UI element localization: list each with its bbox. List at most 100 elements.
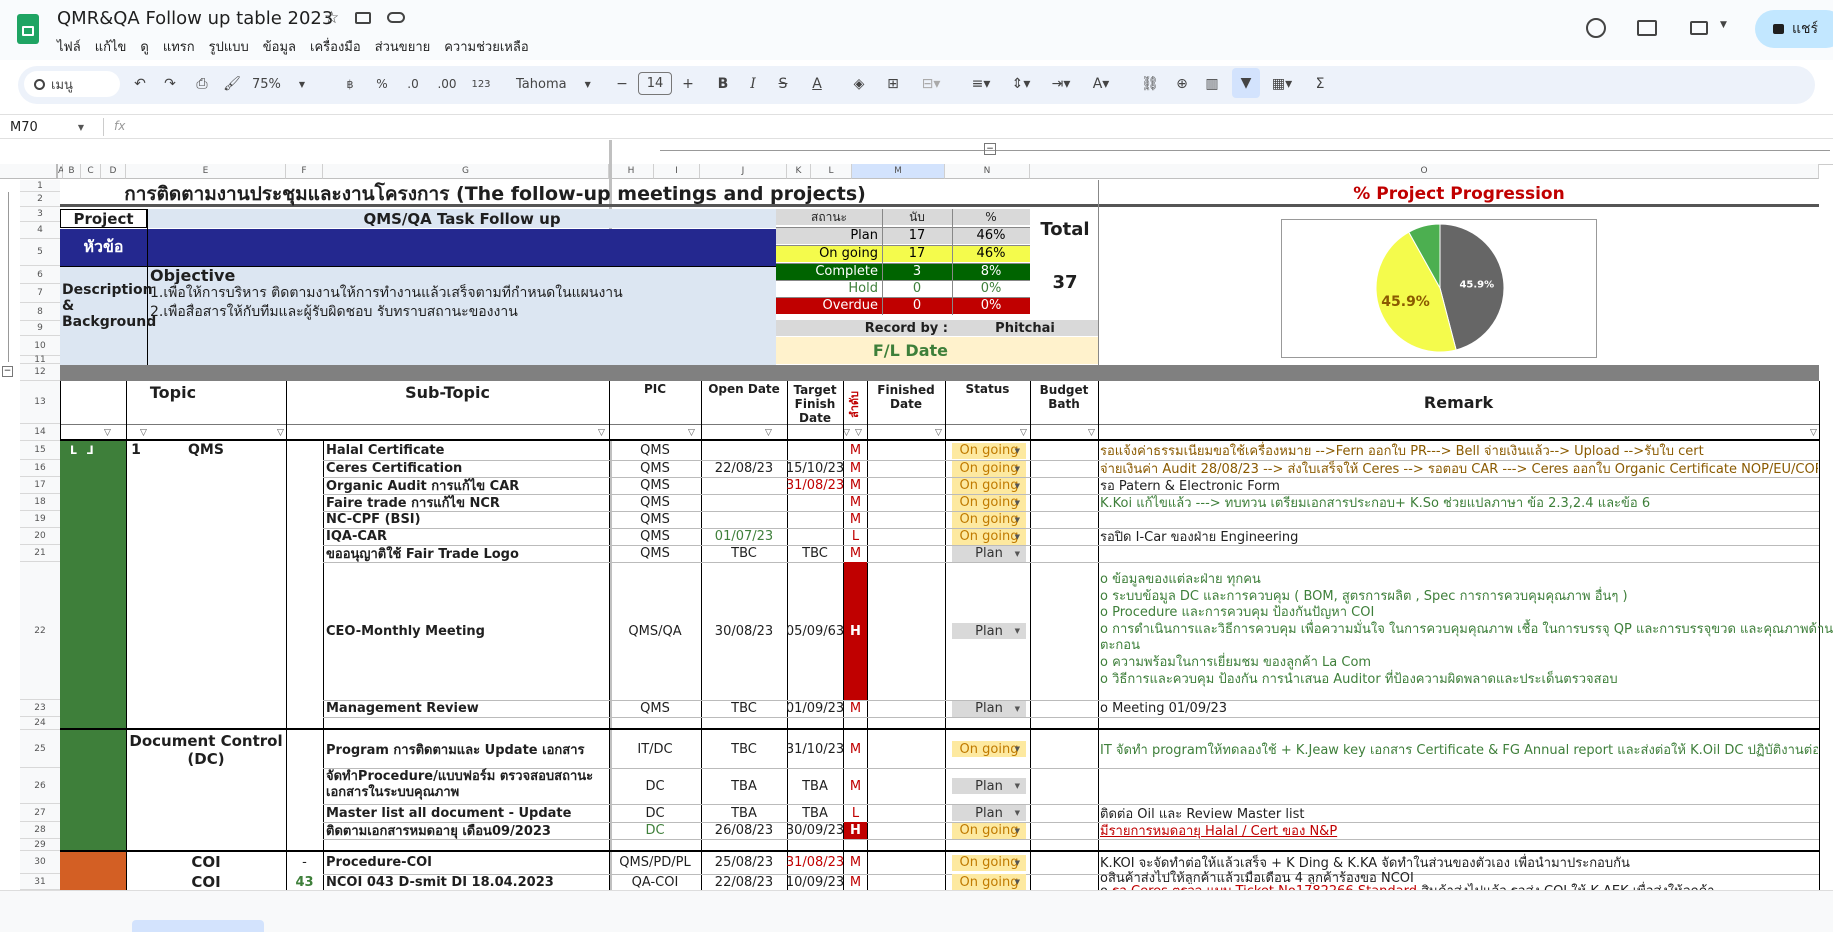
menu-file[interactable]: ไฟล์: [57, 36, 81, 55]
row-header-30[interactable]: 30: [20, 851, 60, 874]
row-header-19[interactable]: 19: [20, 511, 60, 528]
filter-g-icon[interactable]: ▽: [598, 428, 605, 438]
meet-icon[interactable]: [1690, 21, 1708, 35]
row-9-status[interactable]: On going ▼: [952, 741, 1026, 757]
filter-o-icon[interactable]: ▽: [1810, 428, 1817, 438]
filter-a-icon[interactable]: ▽: [104, 428, 111, 438]
col-header-e[interactable]: E: [126, 164, 286, 179]
name-box[interactable]: M70 ▼: [10, 118, 90, 136]
row-header-13[interactable]: 13: [20, 381, 60, 424]
fill-color-icon[interactable]: ◈: [850, 74, 868, 94]
row-header-23[interactable]: 23: [20, 700, 60, 717]
borders-icon[interactable]: ⊞: [884, 74, 902, 94]
row-13-status[interactable]: On going ▼: [952, 854, 1026, 871]
menu-search[interactable]: เมนู: [24, 71, 120, 97]
row-12-status-dropdown-icon[interactable]: ▼: [1015, 827, 1020, 835]
font-select[interactable]: Tahoma ▼: [516, 74, 596, 94]
row-header-12[interactable]: 12: [20, 364, 60, 381]
row-6-status[interactable]: Plan ▼: [952, 545, 1026, 562]
strikethrough-icon[interactable]: S: [774, 74, 792, 94]
col-header-o[interactable]: O: [1030, 164, 1819, 179]
group-collapse-bar[interactable]: [660, 150, 1830, 158]
row-1-status[interactable]: On going ▼: [952, 460, 1026, 477]
merge-cells-icon[interactable]: ⊟▾: [916, 74, 946, 94]
redo-icon[interactable]: ↷: [160, 74, 180, 94]
row-header-14[interactable]: 14: [20, 424, 60, 441]
row-header-11[interactable]: 11: [20, 355, 60, 365]
row-header-26[interactable]: 26: [20, 768, 60, 804]
row-header-8[interactable]: 8: [20, 303, 60, 321]
filter-i-icon[interactable]: ▽: [765, 428, 772, 438]
col-header-n[interactable]: N: [945, 164, 1030, 179]
row-header-5[interactable]: 5: [20, 239, 60, 266]
row-header-4[interactable]: 4: [20, 222, 60, 239]
filter-k-icon[interactable]: ▽: [855, 428, 862, 438]
row-header-9[interactable]: 9: [20, 321, 60, 336]
menu-insert[interactable]: แทรก: [163, 36, 195, 55]
row-header-7[interactable]: 7: [20, 284, 60, 303]
filter-m-icon[interactable]: ▽: [1020, 428, 1027, 438]
row-header-20[interactable]: 20: [20, 528, 60, 545]
row-8-status[interactable]: Plan ▼: [952, 700, 1026, 717]
menu-edit[interactable]: แก้ไข: [95, 36, 127, 55]
undo-icon[interactable]: ↶: [130, 74, 150, 94]
row-header-18[interactable]: 18: [20, 494, 60, 511]
row-5-status[interactable]: On going ▼: [952, 528, 1026, 545]
row-13-status-dropdown-icon[interactable]: ▼: [1015, 859, 1020, 867]
filter-views-icon[interactable]: ▦▾: [1266, 74, 1298, 94]
row-header-31[interactable]: 31: [20, 874, 60, 890]
row-5-status-dropdown-icon[interactable]: ▼: [1015, 533, 1020, 541]
group-collapse-icon[interactable]: −: [984, 143, 996, 155]
row-group-collapse-icon[interactable]: −: [2, 366, 13, 377]
formula-input[interactable]: [140, 117, 1820, 137]
document-title[interactable]: QMR&QA Follow up table 2023: [57, 8, 333, 29]
insert-chart-icon[interactable]: ▥: [1202, 74, 1222, 94]
text-color-icon[interactable]: A: [808, 74, 826, 94]
vertical-align-icon[interactable]: ⇕▾: [1006, 74, 1036, 94]
row-8-status-dropdown-icon[interactable]: ▼: [1015, 705, 1020, 713]
row-header-29[interactable]: 29: [20, 839, 60, 851]
col-header-k[interactable]: K: [787, 164, 811, 179]
font-size-increase-icon[interactable]: +: [680, 74, 696, 94]
row-7-status-dropdown-icon[interactable]: ▼: [1015, 627, 1020, 635]
row-12-status[interactable]: On going ▼: [952, 822, 1026, 839]
row-0-status-dropdown-icon[interactable]: ▼: [1015, 447, 1020, 455]
filter-icon[interactable]: ▼: [1232, 68, 1260, 98]
row-header-6[interactable]: 6: [20, 266, 60, 284]
font-size-decrease-icon[interactable]: −: [614, 74, 630, 94]
col-header-l[interactable]: L: [811, 164, 852, 179]
move-folder-icon[interactable]: [355, 12, 371, 24]
filter-l-icon[interactable]: ▽: [935, 428, 942, 438]
sheets-logo-icon[interactable]: [17, 14, 39, 44]
currency-format-icon[interactable]: ฿: [340, 74, 360, 94]
row-14-status-dropdown-icon[interactable]: ▼: [1015, 878, 1020, 886]
row-10-status[interactable]: Plan ▼: [952, 778, 1026, 794]
horizontal-align-icon[interactable]: ≡▾: [966, 74, 996, 94]
row-header-27[interactable]: 27: [20, 804, 60, 822]
row-header-28[interactable]: 28: [20, 822, 60, 839]
insert-link-icon[interactable]: ⛓: [1140, 74, 1160, 94]
row-3-status[interactable]: On going ▼: [952, 494, 1026, 511]
menu-extensions[interactable]: ส่วนขยาย: [375, 36, 431, 55]
row-11-status[interactable]: Plan ▼: [952, 805, 1026, 821]
row-4-status[interactable]: On going ▼: [952, 511, 1026, 528]
filter-f-icon[interactable]: ▽: [277, 428, 284, 438]
share-button[interactable]: แชร์: [1755, 10, 1833, 48]
paint-format-icon[interactable]: 🖌: [222, 74, 242, 94]
row-2-status-dropdown-icon[interactable]: ▼: [1015, 482, 1020, 490]
filter-h-icon[interactable]: ▽: [688, 428, 695, 438]
increase-decimal-icon[interactable]: .00: [434, 74, 460, 94]
col-header-g[interactable]: G: [323, 164, 609, 179]
col-header-h[interactable]: H: [609, 164, 654, 179]
col-header-j[interactable]: J: [700, 164, 787, 179]
row-header-25[interactable]: 25: [20, 730, 60, 768]
row-7-status[interactable]: Plan ▼: [952, 623, 1026, 639]
print-icon[interactable]: ⎙: [192, 74, 212, 94]
row-header-24[interactable]: 24: [20, 717, 60, 730]
menu-data[interactable]: ข้อมูล: [263, 36, 296, 55]
percent-format-icon[interactable]: %: [372, 74, 392, 94]
col-header-f[interactable]: F: [286, 164, 323, 179]
row-header-10[interactable]: 10: [20, 336, 60, 356]
history-icon[interactable]: [1586, 18, 1606, 38]
row-header-1[interactable]: 1: [20, 180, 60, 192]
